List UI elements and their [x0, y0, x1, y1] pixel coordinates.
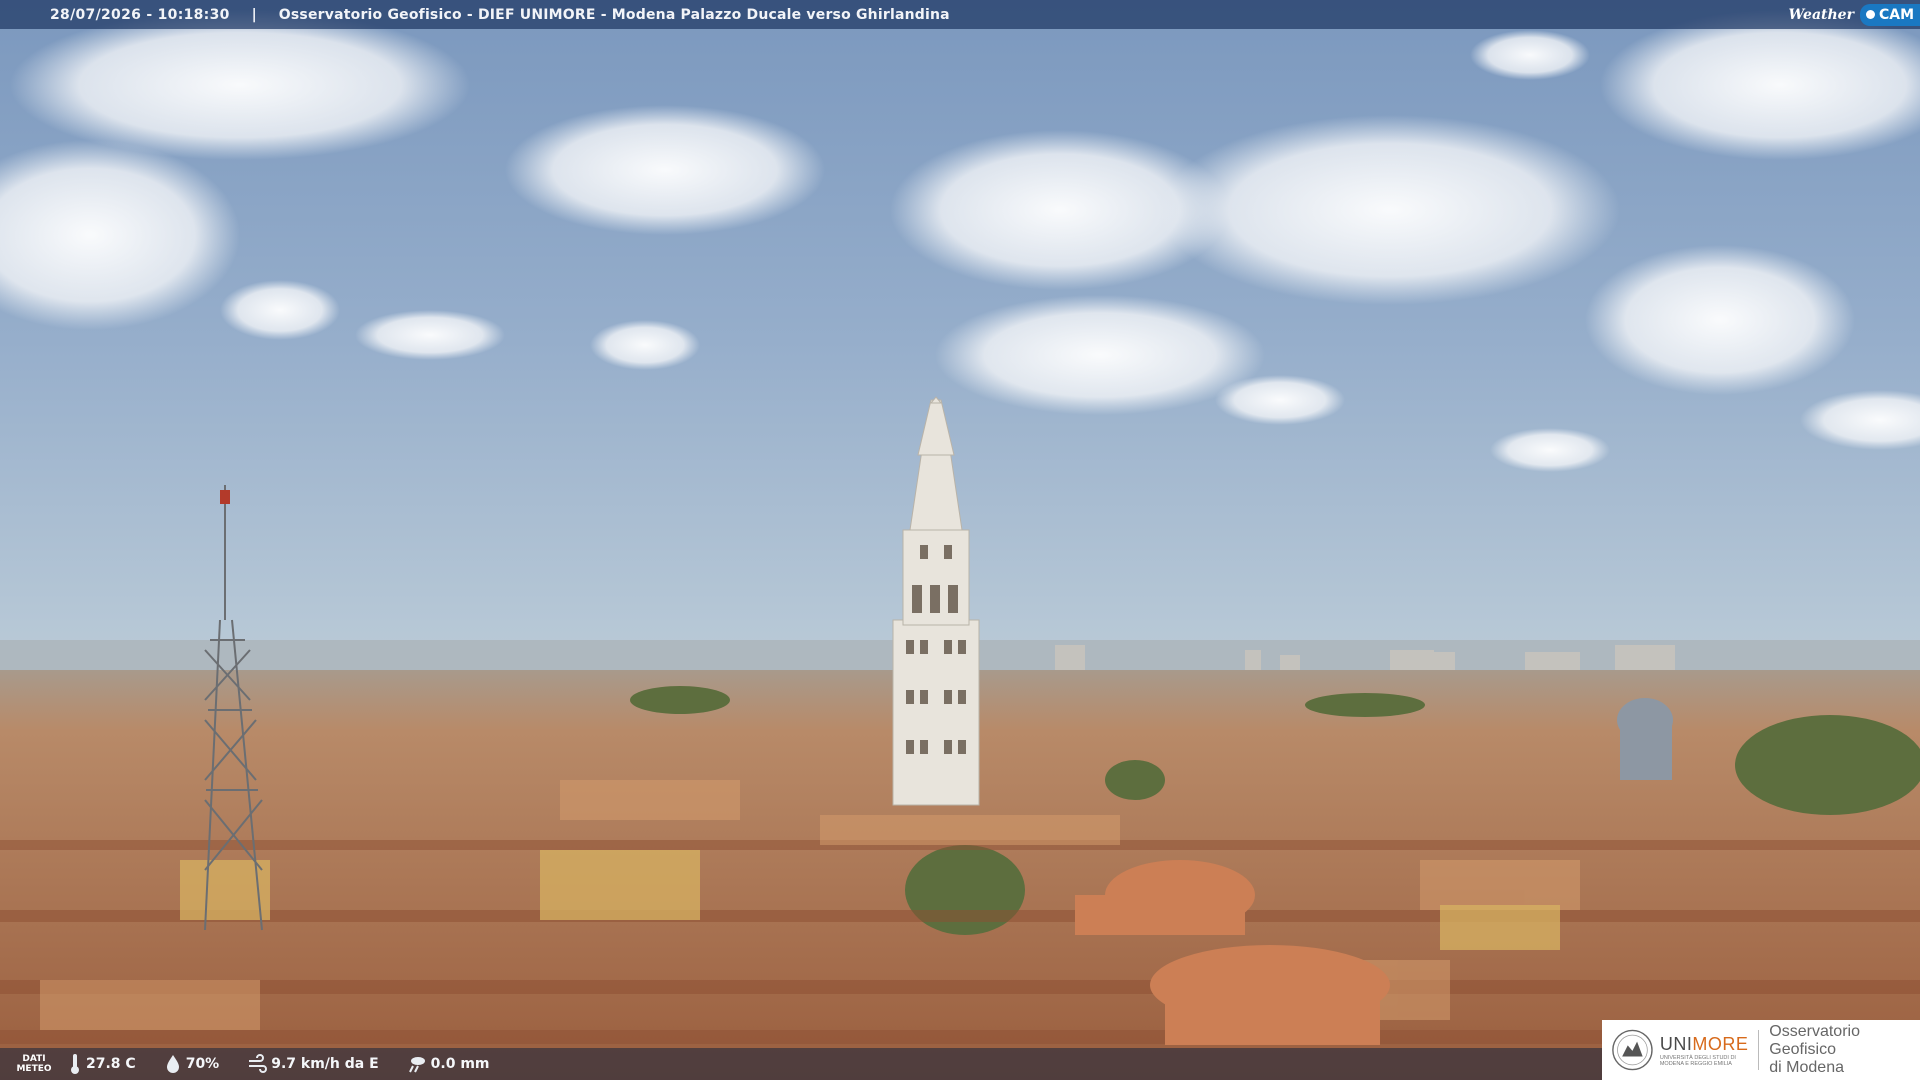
humidity-reading: 70%: [164, 1054, 220, 1074]
humidity-value: 70%: [185, 1056, 220, 1072]
meteo-label-line1: DATI: [22, 1054, 46, 1064]
observatory-line2: di Modena: [1769, 1059, 1844, 1076]
unimore-wordmark: UNIMORE UNIVERSITÀ DEGLI STUDI DI MODENA…: [1660, 1034, 1749, 1067]
wind-value: 9.7 km/h da E: [271, 1056, 379, 1072]
header-bar: 28/07/2026 - 10:18:30 | Osservatorio Geo…: [0, 0, 1920, 29]
rain-value: 0.0 mm: [430, 1056, 490, 1072]
wind-icon: [249, 1054, 268, 1073]
cam-dot-icon: [1865, 10, 1875, 19]
temperature-reading: 27.8 C: [68, 1053, 136, 1075]
rain-reading: 0.0 mm: [407, 1054, 490, 1074]
droplet-icon: [166, 1055, 179, 1073]
cam-word: CAM: [1878, 6, 1914, 23]
wind-reading: 9.7 km/h da E: [247, 1054, 379, 1074]
meteo-label-line2: METEO: [16, 1064, 52, 1074]
uni-text: UNI: [1659, 1033, 1693, 1054]
observatory-line1: Osservatorio Geofisico: [1769, 1023, 1860, 1058]
webcam-image: [0, 0, 1920, 1080]
meteo-label: DATI METEO: [0, 1054, 68, 1074]
uni-subtitle-2: MODENA E REGGIO EMILIA: [1659, 1060, 1732, 1067]
cam-badge: CAM: [1859, 3, 1920, 26]
more-text: MORE: [1692, 1033, 1749, 1054]
camera-title: Osservatorio Geofisico - DIEF UNIMORE - …: [278, 6, 950, 23]
rain-icon: [408, 1057, 425, 1073]
temperature-value: 27.8 C: [86, 1056, 136, 1072]
observatory-name: Osservatorio Geofisico di Modena: [1769, 1023, 1920, 1077]
thermometer-icon: [71, 1054, 79, 1074]
meteo-bar: DATI METEO 27.8 C 70% 9.7 km/h da E 0.0 …: [0, 1048, 1602, 1080]
unimore-logo-box: UNIMORE UNIVERSITÀ DEGLI STUDI DI MODENA…: [1602, 1020, 1920, 1080]
logo-divider: [1758, 1030, 1760, 1070]
weather-word: Weather: [1788, 6, 1854, 23]
weathercam-logo: Weather CAM: [1788, 0, 1920, 29]
unimore-seal-icon: [1612, 1029, 1653, 1071]
header-separator: |: [251, 6, 257, 23]
timestamp: 28/07/2026 - 10:18:30: [50, 6, 230, 23]
